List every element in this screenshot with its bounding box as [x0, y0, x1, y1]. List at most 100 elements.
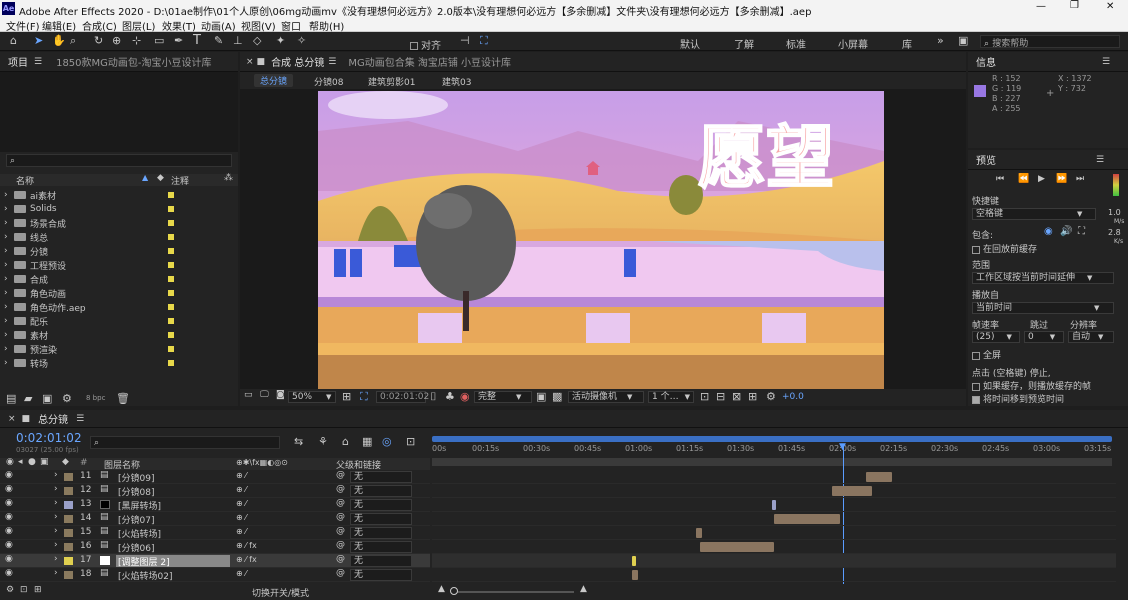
shy-layers-icon[interactable]: ⌂	[342, 435, 349, 448]
eye-icon[interactable]: ◉	[5, 554, 13, 564]
type-tool-icon[interactable]: T	[193, 33, 201, 48]
play-icon[interactable]: ▶	[1038, 174, 1045, 184]
panel-menu-icon[interactable]: ☰	[1102, 57, 1110, 67]
rotate-tool-icon[interactable]: ↻	[94, 34, 103, 47]
table-row[interactable]: ◉ › 18 ▤ [火焰转场02] ⊕ ⁄ @ 无	[0, 568, 430, 582]
comp-mini-flowchart-icon[interactable]: ⇆	[294, 435, 303, 448]
eye-icon[interactable]: ◉	[5, 512, 13, 522]
timeline-icon[interactable]: ⊠	[732, 390, 741, 403]
close-icon[interactable]: ✕	[1106, 1, 1114, 12]
comp-flowchart-icon[interactable]: ⊞	[748, 390, 757, 403]
bit-depth-label[interactable]: 8 bpc	[86, 394, 105, 402]
panel-menu-icon[interactable]: ☰	[34, 57, 42, 67]
clone-stamp-tool-icon[interactable]: ⊥	[233, 34, 243, 47]
timeline-current-time[interactable]: 0:02:01:02	[16, 431, 82, 445]
info-tab[interactable]: 信息	[976, 54, 996, 69]
snapshot-icon[interactable]: ⌷	[430, 390, 437, 404]
layer-name[interactable]: [火焰转场]	[118, 527, 161, 540]
include-video-icon[interactable]: ◉	[1044, 226, 1053, 237]
interpret-footage-icon[interactable]: ▤	[6, 392, 16, 405]
transfer-controls-icon[interactable]: ⊡	[20, 585, 28, 595]
project-tab[interactable]: 项目	[8, 54, 28, 69]
layer-switches[interactable]: ⊕ ⁄ fx	[236, 541, 257, 550]
channel-icon[interactable]: ◉	[460, 390, 470, 403]
layer-bar[interactable]	[700, 542, 774, 552]
table-row[interactable]: ◉ › 11 ▤ [分镜09] ⊕ ⁄ @ 无	[0, 470, 430, 484]
menu-layer[interactable]: 图层(L)	[122, 18, 155, 33]
layer-name[interactable]: [火焰转场02]	[118, 569, 172, 582]
pen-tool-icon[interactable]: ✒	[174, 34, 183, 47]
play-from-dropdown[interactable]: 当前时间 ▼	[972, 302, 1114, 314]
list-item[interactable]: › 配乐	[0, 314, 238, 328]
layer-switches[interactable]: ⊕ ⁄	[236, 485, 247, 494]
pick-whip-icon[interactable]: @	[336, 512, 345, 522]
layer-switches[interactable]: ⊕ ⁄	[236, 471, 247, 480]
layer-switches[interactable]: ⊕ ⁄	[236, 499, 247, 508]
expand-arrow[interactable]: ›	[54, 470, 58, 480]
lock-icon[interactable]: ■	[257, 57, 266, 67]
last-frame-icon[interactable]: ⏭	[1076, 174, 1084, 184]
shortcut-dropdown[interactable]: 空格键 ▼	[972, 208, 1096, 220]
camera-tool-icon[interactable]: ⊕	[112, 34, 121, 47]
panel-menu-icon[interactable]: ☰	[1096, 155, 1104, 165]
list-item[interactable]: › 预渲染	[0, 342, 238, 356]
parent-dropdown[interactable]: 无	[350, 541, 412, 553]
panel-menu-icon[interactable]: ■	[22, 414, 31, 424]
previous-frame-icon[interactable]: ⏪	[1018, 174, 1029, 184]
layer-bar[interactable]	[632, 556, 636, 566]
menu-view[interactable]: 视图(V)	[241, 18, 276, 33]
pick-whip-icon[interactable]: @	[336, 498, 345, 508]
snap-options-icon[interactable]: ⛶	[480, 34, 488, 48]
label-swatch[interactable]	[64, 571, 73, 579]
pick-whip-icon[interactable]: @	[336, 568, 345, 578]
table-row[interactable]: ◉ › 12 ▤ [分镜08] ⊕ ⁄ @ 无	[0, 484, 430, 498]
fps-dropdown[interactable]: (25) ▼	[972, 331, 1020, 343]
panel-menu-icon[interactable]: ☰	[76, 414, 84, 424]
color-view-icon[interactable]: ◙	[276, 390, 285, 400]
parent-dropdown[interactable]: 无	[350, 499, 412, 511]
list-item[interactable]: › 场景合成	[0, 216, 238, 230]
list-item[interactable]: › 素材	[0, 328, 238, 342]
table-row[interactable]: ◉ › 14 ▤ [分镜07] ⊕ ⁄ @ 无	[0, 512, 430, 526]
expand-arrow[interactable]: ›	[54, 526, 58, 536]
hand-tool-icon[interactable]: ✋	[52, 34, 66, 47]
pick-whip-icon[interactable]: @	[336, 554, 345, 564]
show-snapshot-icon[interactable]: ♣	[445, 390, 455, 403]
eye-icon[interactable]: ◉	[5, 498, 13, 508]
subtab-2[interactable]: 分镜08	[314, 75, 343, 88]
puppet-tool-icon[interactable]: ✧	[297, 34, 306, 47]
workspace-default[interactable]: 默认	[680, 36, 700, 51]
first-frame-icon[interactable]: ⏮	[996, 174, 1004, 184]
expand-arrow[interactable]: ›	[54, 554, 58, 564]
include-overlay-icon[interactable]: ⛶	[1078, 226, 1085, 237]
timeline-search-input[interactable]: ⌕	[90, 436, 280, 449]
subtab-4[interactable]: 建筑03	[442, 75, 471, 88]
list-item[interactable]: › 分镜	[0, 244, 238, 258]
workspace-small-screen[interactable]: 小屏幕	[838, 36, 868, 51]
transparency-grid-icon[interactable]: ▩	[552, 390, 562, 403]
toggle-switches-modes[interactable]: 切换开关/模式	[252, 586, 309, 599]
camera-dropdown[interactable]: 活动摄像机 ▼	[568, 391, 644, 403]
graph-editor-icon[interactable]: ⊡	[406, 435, 415, 448]
eye-icon[interactable]: ◉	[5, 540, 13, 550]
composition-tab-2[interactable]: MG动画包合集 淘宝店铺 小豆设计库	[348, 54, 511, 69]
layer-bar[interactable]	[832, 486, 872, 496]
layer-name[interactable]: [黑屏转场]	[118, 499, 161, 512]
list-item[interactable]: › 工程预设	[0, 258, 238, 272]
menu-edit[interactable]: 编辑(E)	[42, 18, 76, 33]
layer-name[interactable]: [分镜08]	[118, 485, 154, 498]
playhead-handle[interactable]: ▼	[839, 442, 846, 452]
layer-bar[interactable]	[772, 500, 776, 510]
include-audio-icon[interactable]: 🔊	[1060, 226, 1072, 237]
sort-up-icon[interactable]: ▲	[142, 173, 148, 182]
comp-viewer[interactable]: 愿望	[240, 89, 966, 389]
maximize-icon[interactable]: ❐	[1070, 0, 1079, 11]
table-row[interactable]: ◉ › 16 ▤ [分镜06] ⊕ ⁄ fx @ 无	[0, 540, 430, 554]
align-checkbox[interactable]: 对齐	[410, 37, 441, 52]
layer-switches[interactable]: ⊕ ⁄ fx	[236, 555, 257, 564]
list-item[interactable]: › 角色动作.aep	[0, 300, 238, 314]
menu-window[interactable]: 窗口	[281, 18, 301, 33]
resolution-dropdown[interactable]: 完整 ▼	[474, 391, 532, 403]
timeline-tab[interactable]: 总分镜	[38, 411, 68, 426]
roto-brush-tool-icon[interactable]: ✦	[276, 34, 285, 47]
